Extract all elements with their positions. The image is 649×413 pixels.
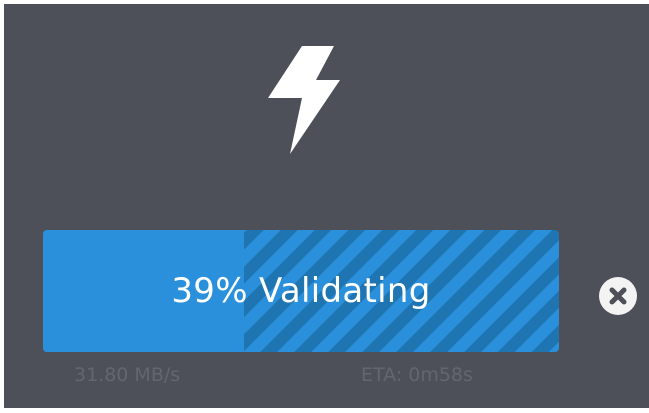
- progress-bar: 39% Validating: [43, 230, 559, 352]
- flash-panel: 39% Validating 31.80 MB/s ETA: 0m58s: [4, 4, 649, 408]
- eta-label: ETA: 0m58s: [361, 364, 473, 386]
- cancel-button[interactable]: [599, 277, 637, 315]
- close-icon: [609, 287, 627, 305]
- progress-label: 39% Validating: [43, 230, 559, 352]
- progress-status: Validating: [258, 271, 431, 311]
- lightning-bolt-icon: [268, 46, 340, 154]
- progress-percent: 39%: [171, 271, 248, 311]
- transfer-speed: 31.80 MB/s: [74, 364, 181, 386]
